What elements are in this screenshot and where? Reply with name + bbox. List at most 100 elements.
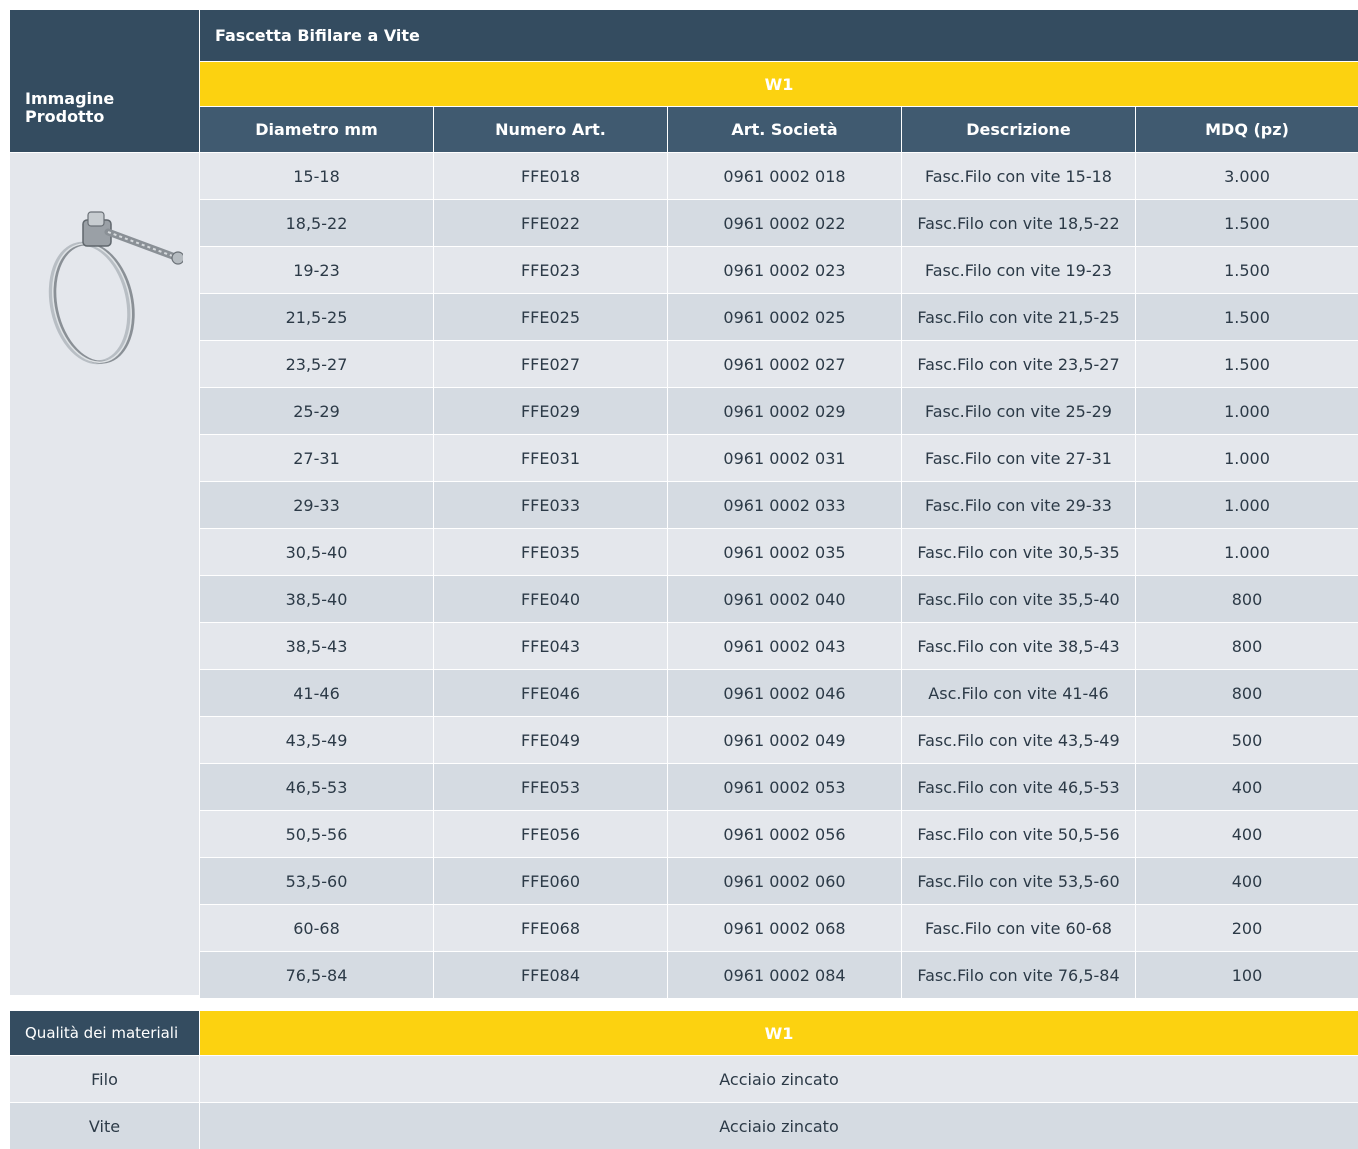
- mdq-cell: 100: [1136, 952, 1358, 998]
- mdq-cell: 3.000: [1136, 153, 1358, 199]
- numero-art-cell: FFE029: [434, 388, 667, 434]
- table-cell-text: 60-68: [293, 918, 340, 938]
- table-cell-text: 500: [1231, 730, 1263, 750]
- art-societa-cell: 0961 0002 043: [668, 623, 901, 669]
- table-cell-text: 0961 0002 060: [723, 871, 846, 891]
- material-name: Filo: [91, 1069, 118, 1089]
- diametro-cell: 30,5-40: [200, 529, 433, 575]
- diametro-cell: 41-46: [200, 670, 433, 716]
- table-cell-text: 1.000: [1224, 542, 1270, 562]
- variant-label: W1: [764, 74, 794, 94]
- table-cell-text: 0961 0002 049: [723, 730, 846, 750]
- table-cell-text: 21,5-25: [285, 307, 348, 327]
- table-cell-text: 0961 0002 053: [723, 777, 846, 797]
- diametro-cell: 43,5-49: [200, 717, 433, 763]
- table-cell-text: 0961 0002 068: [723, 918, 846, 938]
- variant-bar: W1: [200, 62, 1358, 106]
- table-cell-text: FFE025: [520, 307, 581, 327]
- table-cell-text: 0961 0002 022: [723, 213, 846, 233]
- column-header-label: MDQ (pz): [1205, 120, 1289, 139]
- table-cell-text: FFE084: [520, 965, 581, 985]
- mdq-cell: 800: [1136, 670, 1358, 716]
- art-societa-cell: 0961 0002 060: [668, 858, 901, 904]
- descrizione-cell: Asc.Filo con vite 41-46: [902, 670, 1135, 716]
- numero-art-cell: FFE025: [434, 294, 667, 340]
- numero-art-cell: FFE031: [434, 435, 667, 481]
- numero-art-cell: FFE049: [434, 717, 667, 763]
- table-cell-text: 0961 0002 027: [723, 354, 846, 374]
- table-cell-text: Fasc.Filo con vite 27-31: [925, 448, 1112, 468]
- diametro-cell: 50,5-56: [200, 811, 433, 857]
- table-cell-text: FFE022: [520, 213, 581, 233]
- table-cell-text: 0961 0002 031: [723, 448, 846, 468]
- mdq-cell: 1.500: [1136, 200, 1358, 246]
- descrizione-cell: Fasc.Filo con vite 29-33: [902, 482, 1135, 528]
- numero-art-cell: FFE084: [434, 952, 667, 998]
- numero-art-cell: FFE040: [434, 576, 667, 622]
- table-cell-text: 25-29: [293, 401, 340, 421]
- table-cell-text: Fasc.Filo con vite 38,5-43: [917, 636, 1120, 656]
- table-cell-text: 1.500: [1224, 213, 1270, 233]
- descrizione-cell: Fasc.Filo con vite 23,5-27: [902, 341, 1135, 387]
- diametro-cell: 53,5-60: [200, 858, 433, 904]
- image-column-label: Immagine Prodotto: [25, 89, 115, 126]
- table-cell-text: 1.500: [1224, 307, 1270, 327]
- art-societa-cell: 0961 0002 049: [668, 717, 901, 763]
- mdq-cell: 1.000: [1136, 435, 1358, 481]
- materials-variant-label: W1: [764, 1023, 794, 1043]
- table-cell-text: 0961 0002 023: [723, 260, 846, 280]
- table-cell-text: 0961 0002 046: [723, 683, 846, 703]
- table-cell-text: 29-33: [293, 495, 340, 515]
- table-cell-text: 0961 0002 029: [723, 401, 846, 421]
- art-societa-cell: 0961 0002 053: [668, 764, 901, 810]
- numero-art-cell: FFE053: [434, 764, 667, 810]
- table-cell-text: FFE018: [520, 166, 581, 186]
- mdq-cell: 200: [1136, 905, 1358, 951]
- table-cell-text: Asc.Filo con vite 41-46: [928, 683, 1109, 703]
- diametro-cell: 21,5-25: [200, 294, 433, 340]
- numero-art-cell: FFE023: [434, 247, 667, 293]
- table-cell-text: 1.000: [1224, 401, 1270, 421]
- column-header-label: Diametro mm: [255, 120, 378, 139]
- table-cell-text: Fasc.Filo con vite 50,5-56: [917, 824, 1120, 844]
- table-cell-text: 1.000: [1224, 495, 1270, 515]
- materials-variant-bar: W1: [200, 1011, 1358, 1055]
- descrizione-cell: Fasc.Filo con vite 76,5-84: [902, 952, 1135, 998]
- table-cell-text: 800: [1231, 589, 1263, 609]
- art-societa-cell: 0961 0002 046: [668, 670, 901, 716]
- numero-art-cell: FFE035: [434, 529, 667, 575]
- table-cell-text: 0961 0002 025: [723, 307, 846, 327]
- column-header-numero-art: Numero Art.: [434, 107, 667, 152]
- table-cell-text: Fasc.Filo con vite 21,5-25: [917, 307, 1120, 327]
- table-cell-text: 400: [1231, 871, 1263, 891]
- numero-art-cell: FFE018: [434, 153, 667, 199]
- table-cell-text: 38,5-43: [285, 636, 348, 656]
- material-row-label: Vite: [10, 1103, 199, 1149]
- material-name: Vite: [88, 1116, 121, 1136]
- table-cell-text: 0961 0002 084: [723, 965, 846, 985]
- table-cell-text: 0961 0002 035: [723, 542, 846, 562]
- numero-art-cell: FFE068: [434, 905, 667, 951]
- art-societa-cell: 0961 0002 023: [668, 247, 901, 293]
- table-cell-text: Fasc.Filo con vite 76,5-84: [917, 965, 1120, 985]
- mdq-cell: 400: [1136, 858, 1358, 904]
- column-header-mdq: MDQ (pz): [1136, 107, 1358, 152]
- descrizione-cell: Fasc.Filo con vite 30,5-35: [902, 529, 1135, 575]
- table-cell-text: 400: [1231, 824, 1263, 844]
- diametro-cell: 46,5-53: [200, 764, 433, 810]
- table-cell-text: 1.500: [1224, 354, 1270, 374]
- mdq-cell: 1.000: [1136, 482, 1358, 528]
- table-cell-text: 53,5-60: [285, 871, 348, 891]
- mdq-cell: 1.500: [1136, 294, 1358, 340]
- table-cell-text: 400: [1231, 777, 1263, 797]
- table-cell-text: Fasc.Filo con vite 15-18: [925, 166, 1112, 186]
- table-cell-text: 1.500: [1224, 260, 1270, 280]
- table-cell-text: 100: [1231, 965, 1263, 985]
- diametro-cell: 60-68: [200, 905, 433, 951]
- mdq-cell: 800: [1136, 623, 1358, 669]
- table-cell-text: Fasc.Filo con vite 35,5-40: [917, 589, 1120, 609]
- wire-hose-clamp-icon: [38, 208, 185, 368]
- table-cell-text: FFE033: [520, 495, 581, 515]
- table-cell-text: 30,5-40: [285, 542, 348, 562]
- table-cell-text: 800: [1231, 683, 1263, 703]
